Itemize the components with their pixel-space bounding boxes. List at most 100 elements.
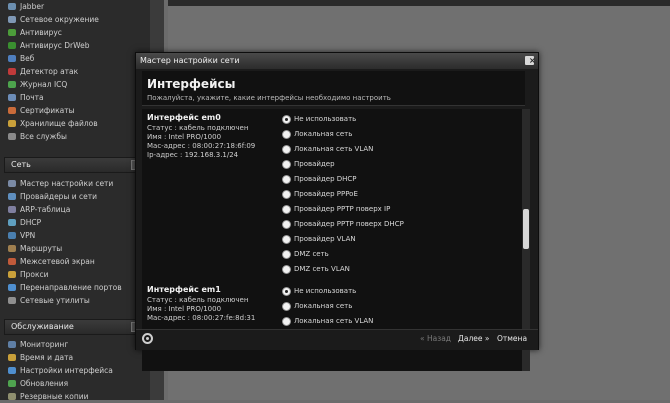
sidebar-item[interactable]: Сетевые утилиты: [0, 294, 90, 307]
gear-icon[interactable]: [142, 333, 153, 344]
radio-button[interactable]: [282, 301, 291, 311]
sidebar-item-icon: [8, 29, 16, 36]
sidebar-item[interactable]: Мастер настройки сети: [0, 177, 113, 190]
option-label: Провайдер PPPoE: [294, 190, 358, 198]
sidebar-item[interactable]: Хранилище файлов: [0, 117, 98, 130]
section-title: Обслуживание: [11, 322, 74, 331]
sidebar-item-label: Сертификаты: [20, 106, 75, 115]
interface-title: Интерфейс em1: [147, 285, 221, 294]
sidebar-item-icon: [8, 258, 16, 265]
option-label: Провайдер VLAN: [294, 235, 356, 243]
sidebar-item-icon: [8, 284, 16, 291]
sidebar-item[interactable]: Сетевое окружение: [0, 13, 99, 26]
sidebar-item[interactable]: Почта: [0, 91, 44, 104]
scroll-thumb[interactable]: [523, 209, 529, 249]
sidebar-item[interactable]: VPN: [0, 229, 35, 242]
sidebar-item-label: Настройки интерфейса: [20, 366, 113, 375]
interface-role-option[interactable]: Не использовать: [282, 113, 356, 125]
interface-role-option[interactable]: Не использовать: [282, 285, 356, 297]
sidebar-item[interactable]: DHCP: [0, 216, 41, 229]
cancel-button[interactable]: Отмена: [497, 334, 527, 343]
back-button[interactable]: « Назад: [420, 334, 451, 343]
radio-button[interactable]: [282, 219, 291, 229]
sidebar-item[interactable]: Настройки интерфейса: [0, 364, 113, 377]
sidebar-item-label: Jabber: [20, 2, 45, 11]
sidebar-item[interactable]: Время и дата: [0, 351, 73, 364]
sidebar-item[interactable]: Маршруты: [0, 242, 62, 255]
sidebar-item[interactable]: Антивирус DrWeb: [0, 39, 90, 52]
interface-role-option[interactable]: Провайдер DHCP: [282, 173, 357, 185]
radio-button[interactable]: [282, 286, 291, 296]
radio-button[interactable]: [282, 264, 291, 274]
sidebar-item[interactable]: Резервные копии: [0, 390, 89, 403]
radio-button[interactable]: [282, 174, 291, 184]
interface-title: Интерфейс em0: [147, 113, 221, 122]
sidebar-item-icon: [8, 94, 16, 101]
sidebar-item-label: Обновления: [20, 379, 69, 388]
interface-role-option[interactable]: Провайдер PPTP поверх IP: [282, 203, 390, 215]
interface-role-option[interactable]: Локальная сеть: [282, 128, 352, 140]
radio-button[interactable]: [282, 114, 291, 124]
sidebar-item[interactable]: Обновления: [0, 377, 68, 390]
interface-role-option[interactable]: Провайдер PPPoE: [282, 188, 358, 200]
sidebar-section-net[interactable]: Сеть: [4, 157, 142, 173]
sidebar-item-label: Детектор атак: [20, 67, 79, 76]
interface-role-option[interactable]: DMZ сеть VLAN: [282, 263, 350, 275]
interface-role-option[interactable]: Локальная сеть: [282, 300, 352, 312]
sidebar-item[interactable]: Антивирус: [0, 26, 62, 39]
sidebar-item[interactable]: Перенаправление портов: [0, 281, 122, 294]
interface-role-option[interactable]: Провайдер VLAN: [282, 233, 356, 245]
option-label: Провайдер PPTP поверх DHCP: [294, 220, 404, 228]
sidebar-item[interactable]: Межсетевой экран: [0, 255, 95, 268]
option-label: Локальная сеть VLAN: [294, 317, 374, 325]
sidebar-item-icon: [8, 341, 16, 348]
sidebar-item-label: Перенаправление портов: [20, 283, 122, 292]
sidebar-item[interactable]: ARP-таблица: [0, 203, 70, 216]
radio-button[interactable]: [282, 204, 291, 214]
sidebar-item-label: Мастер настройки сети: [20, 179, 114, 188]
interface-role-option[interactable]: DMZ сеть: [282, 248, 329, 260]
radio-button[interactable]: [282, 249, 291, 259]
interface-name: Имя : Intel PRO/1000: [147, 133, 222, 141]
next-button[interactable]: Далее »: [458, 334, 489, 343]
radio-button[interactable]: [282, 129, 291, 139]
sidebar-item-label: Сетевые утилиты: [20, 296, 90, 305]
interface-mac: Mac-адрес : 08:00:27:fe:8d:31: [147, 314, 256, 322]
sidebar-item-icon: [8, 107, 16, 114]
sidebar-item[interactable]: Все службы: [0, 130, 67, 143]
sidebar-item-icon: [8, 193, 16, 200]
sidebar-item-icon: [8, 42, 16, 49]
radio-button[interactable]: [282, 159, 291, 169]
sidebar-section-service[interactable]: Обслуживание: [4, 319, 142, 335]
sidebar-item-label: Межсетевой экран: [20, 257, 95, 266]
radio-button[interactable]: [282, 316, 291, 326]
interface-name: Имя : Intel PRO/1000: [147, 305, 222, 313]
sidebar-item-icon: [8, 367, 16, 374]
sidebar-item-label: Провайдеры и сети: [20, 192, 97, 201]
sidebar-item-icon: [8, 133, 16, 140]
radio-button[interactable]: [282, 144, 291, 154]
network-wizard-dialog: Мастер настройки сети × Интерфейсы Пожал…: [135, 52, 539, 371]
sidebar-item-label: VPN: [20, 231, 36, 240]
sidebar-item-icon: [8, 297, 16, 304]
sidebar-item[interactable]: Детектор атак: [0, 65, 78, 78]
dialog-header: Интерфейсы Пожалуйста, укажите, какие ин…: [142, 71, 525, 106]
page-title: Интерфейсы: [147, 77, 236, 91]
sidebar-item-icon: [8, 354, 16, 361]
sidebar-item[interactable]: Сертификаты: [0, 104, 75, 117]
interface-role-option[interactable]: Провайдер PPTP поверх DHCP: [282, 218, 404, 230]
sidebar-item-label: Почта: [20, 93, 44, 102]
sidebar-item[interactable]: Прокси: [0, 268, 49, 281]
interface-role-option[interactable]: Локальная сеть VLAN: [282, 315, 373, 327]
interface-role-option[interactable]: Локальная сеть VLAN: [282, 143, 373, 155]
close-icon[interactable]: ×: [525, 56, 536, 65]
radio-button[interactable]: [282, 189, 291, 199]
sidebar-item[interactable]: Журнал ICQ: [0, 78, 67, 91]
sidebar-item[interactable]: Jabber: [0, 0, 44, 13]
interface-role-option[interactable]: Провайдер: [282, 158, 335, 170]
sidebar-item[interactable]: Мониторинг: [0, 338, 68, 351]
dialog-title-text: Мастер настройки сети: [140, 56, 240, 65]
sidebar-item[interactable]: Провайдеры и сети: [0, 190, 97, 203]
sidebar-item[interactable]: Веб: [0, 52, 34, 65]
radio-button[interactable]: [282, 234, 291, 244]
